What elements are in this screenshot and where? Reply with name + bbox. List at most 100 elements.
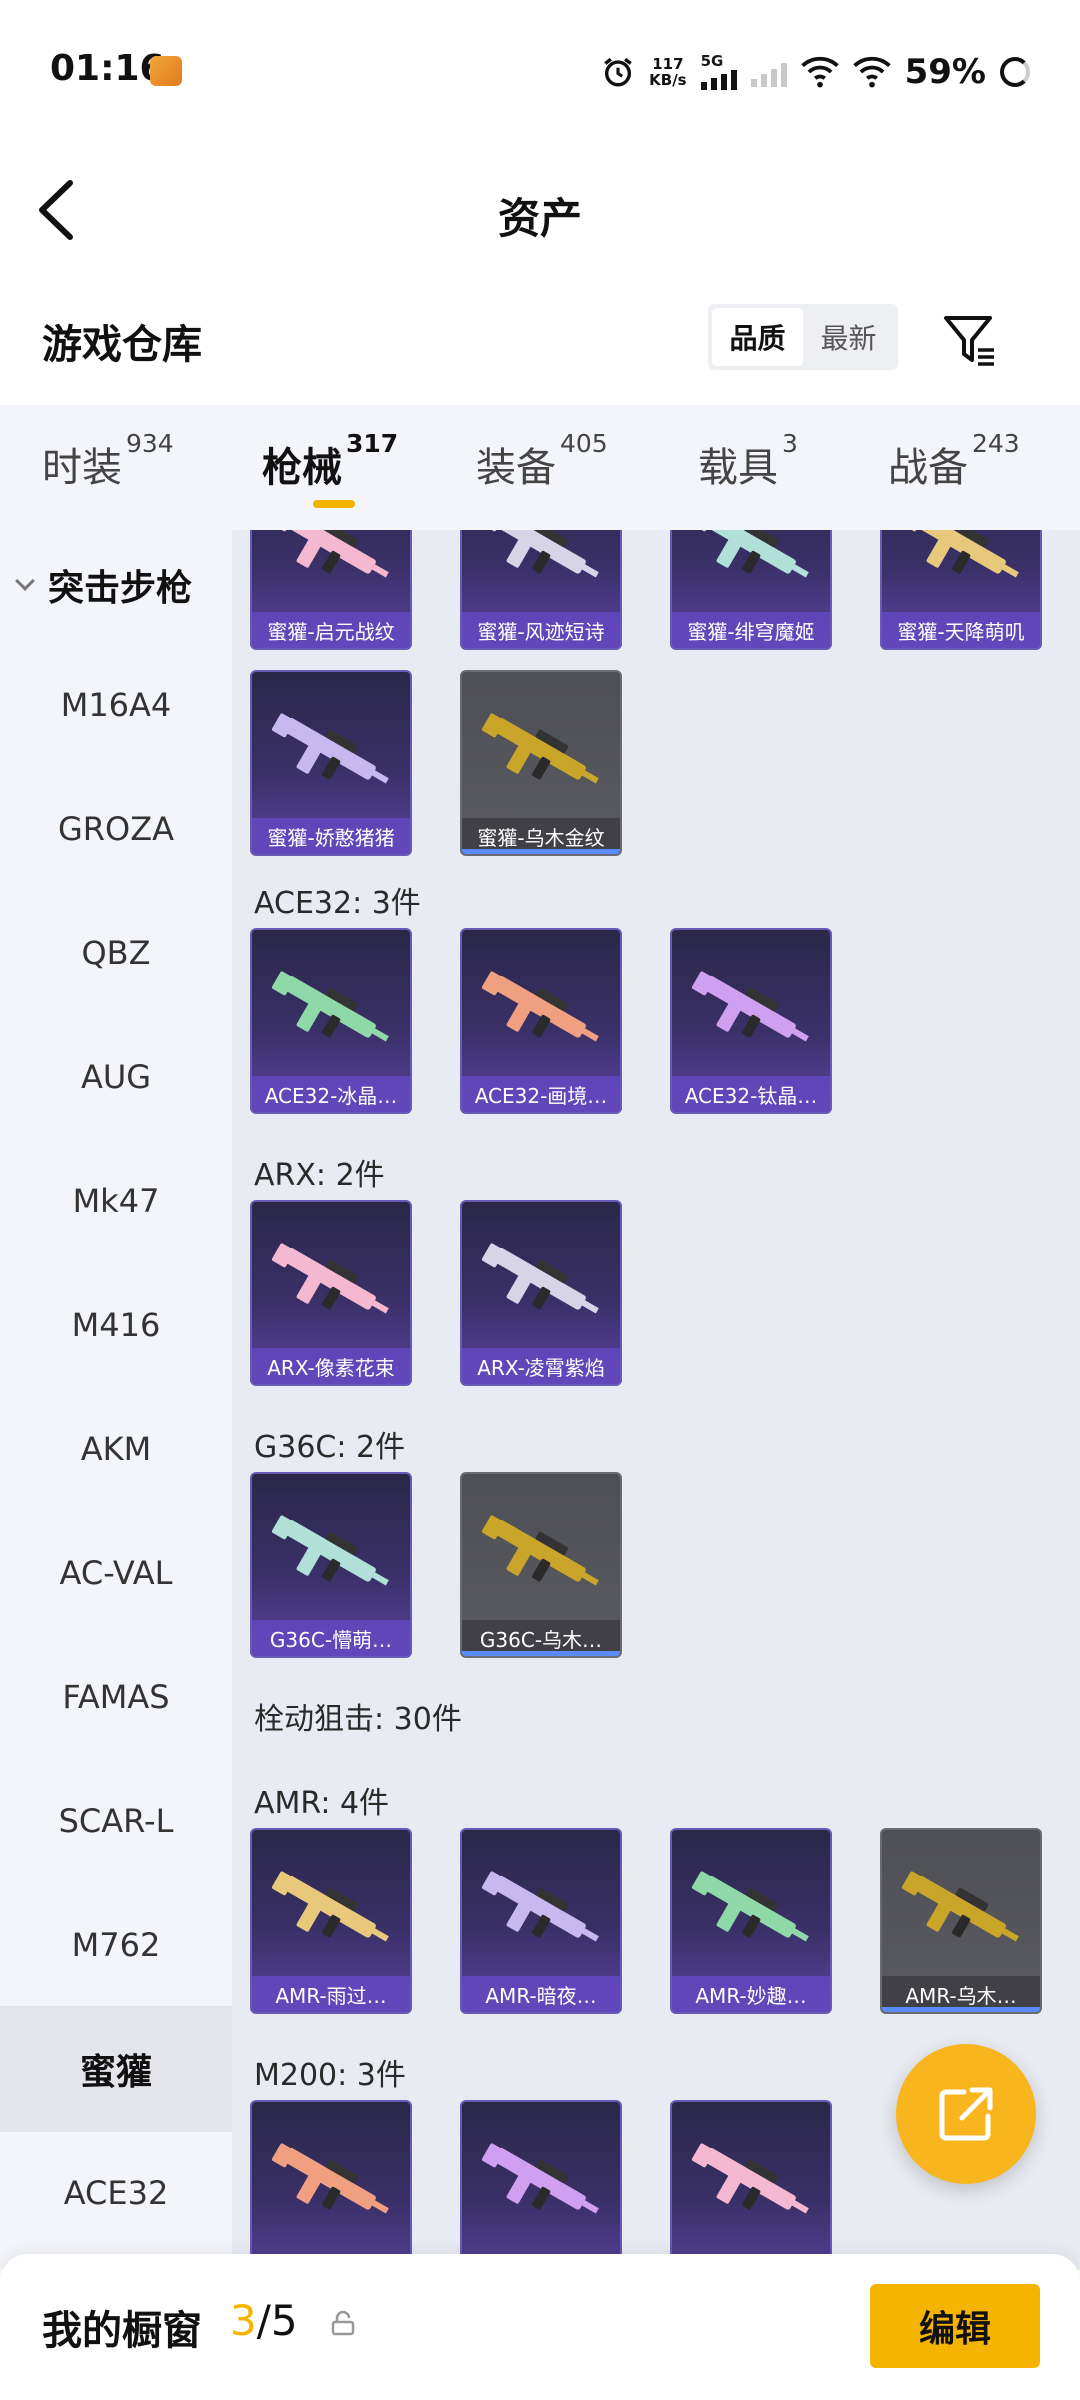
skin-card[interactable]: ACE32-钛晶… (670, 928, 832, 1114)
tab-count: 934 (126, 429, 174, 458)
section-title: G36C: 2件 (254, 1430, 406, 1465)
warehouse-title: 游戏仓库 (42, 322, 202, 368)
skin-card[interactable] (250, 2100, 412, 2270)
skin-card[interactable]: AMR-妙趣… (670, 1828, 832, 2014)
skin-card[interactable] (670, 2100, 832, 2270)
section-title: ARX: 2件 (254, 1158, 385, 1193)
skin-card[interactable]: ARX-像素花束 (250, 1200, 412, 1386)
skin-card[interactable]: 蜜獾-天降萌叽 (880, 530, 1042, 650)
net-speed-value: 117 (652, 55, 684, 73)
edit-button[interactable]: 编辑 (870, 2284, 1040, 2368)
tab-firearms[interactable]: 枪械317 (262, 429, 398, 493)
skin-card-label: 蜜獾-天降萌叽 (882, 612, 1040, 648)
skin-card[interactable]: 蜜獾-乌木金纹 (460, 670, 622, 856)
sidebar-item-aug[interactable]: AUG (0, 1014, 232, 1140)
sort-option-quality[interactable]: 品质 (712, 308, 803, 366)
sidebar-item-ac-val[interactable]: AC-VAL (0, 1510, 232, 1636)
skin-card[interactable]: G36C-懵萌… (250, 1472, 412, 1658)
weapon-image (481, 1515, 599, 1586)
active-tab-indicator (313, 500, 355, 508)
skin-card-label: 蜜獾-乌木金纹 (462, 818, 620, 854)
sidebar-item-groza[interactable]: GROZA (0, 766, 232, 892)
skin-card[interactable]: ACE32-冰晶… (250, 928, 412, 1114)
weapon-image (691, 530, 809, 578)
sidebar-item-akm[interactable]: AKM (0, 1386, 232, 1512)
section-title: M200: 3件 (254, 2058, 406, 2093)
page-title: 资产 (497, 194, 582, 243)
skin-card[interactable]: G36C-乌木… (460, 1472, 622, 1658)
skin-card[interactable]: AMR-雨过… (250, 1828, 412, 2014)
skin-card[interactable]: 蜜獾-绯穹魔姬 (670, 530, 832, 650)
filter-icon (944, 316, 994, 366)
skin-card-label: AMR-乌木… (882, 1976, 1040, 2012)
tab-vehicles[interactable]: 载具3 (698, 429, 798, 493)
tab-fashion[interactable]: 时装934 (42, 429, 174, 493)
tab-equipment[interactable]: 装备405 (476, 429, 608, 493)
weapon-image (481, 971, 599, 1042)
sidebar-item-qbz[interactable]: QBZ (0, 890, 232, 1016)
sidebar-item-scar-l[interactable]: SCAR-L (0, 1758, 232, 1884)
sidebar-group-assault-rifles[interactable]: 突击步枪 (0, 550, 232, 620)
skin-card-label: G36C-懵萌… (252, 1620, 410, 1656)
battery-percent: 59% (904, 52, 986, 92)
skin-card[interactable]: AMR-乌木… (880, 1828, 1042, 2014)
skin-grid: 蜜獾-启元战纹 蜜獾-风迹短诗 蜜獾-绯穹魔姬 蜜獾-天降萌叽蜜獾-娇憨猪猪 蜜獾-乌木… (232, 530, 1080, 2270)
filter-button[interactable] (940, 310, 1000, 370)
weapon-image (271, 713, 389, 784)
skin-card[interactable]: AMR-暗夜… (460, 1828, 622, 2014)
lock-icon (331, 2310, 355, 2336)
sidebar-item-famas[interactable]: FAMAS (0, 1634, 232, 1760)
section-title: 栓动狙击: 30件 (254, 1702, 462, 1737)
status-time: 01:16 (50, 48, 165, 89)
sidebar-item-m762[interactable]: M762 (0, 1882, 232, 2008)
sidebar-item-honey-badger[interactable]: 蜜獾 (0, 2006, 232, 2132)
sidebar-item-m416[interactable]: M416 (0, 1262, 232, 1388)
skin-card-label: ACE32-冰晶… (252, 1076, 410, 1112)
tab-count: 317 (346, 429, 399, 458)
tab-label: 枪械 (262, 445, 342, 491)
skin-card[interactable]: 蜜獾-启元战纹 (250, 530, 412, 650)
showcase-count: 3/5 (230, 2296, 298, 2345)
skin-card[interactable]: 蜜獾-娇憨猪猪 (250, 670, 412, 856)
weapon-image (481, 1871, 599, 1942)
sidebar-item-m16a4[interactable]: M16A4 (0, 642, 232, 768)
tab-supplies[interactable]: 战备243 (888, 429, 1020, 493)
skin-card[interactable]: ACE32-画境… (460, 928, 622, 1114)
skin-card[interactable]: 蜜獾-风迹短诗 (460, 530, 622, 650)
skin-card-label: ACE32-钛晶… (672, 1076, 830, 1112)
section-title: ACE32: 3件 (254, 886, 421, 921)
sort-option-newest[interactable]: 最新 (803, 308, 894, 366)
share-icon (939, 2087, 993, 2141)
sidebar-item-ace32[interactable]: ACE32 (0, 2130, 232, 2256)
sort-toggle: 品质 最新 (708, 304, 898, 370)
tab-label: 装备 (476, 445, 556, 491)
tab-label: 战备 (888, 445, 968, 491)
skin-card-label: 蜜獾-绯穹魔姬 (672, 612, 830, 648)
share-button[interactable] (896, 2044, 1036, 2184)
title-bar: 资产 (0, 140, 1080, 290)
network-type: 5G (700, 52, 724, 70)
skin-card[interactable] (460, 2100, 622, 2270)
weapon-image (481, 1243, 599, 1314)
weapon-image (691, 1871, 809, 1942)
signal-icon (700, 68, 737, 90)
weapon-image (271, 971, 389, 1042)
tab-count: 243 (972, 429, 1020, 458)
warehouse-header: 游戏仓库 品质 最新 (0, 290, 1080, 405)
weapon-image (271, 2143, 389, 2214)
sidebar-item-mk47[interactable]: Mk47 (0, 1138, 232, 1264)
weapon-image (271, 1871, 389, 1942)
signal-icon-secondary (750, 57, 787, 87)
weapon-image (901, 1871, 1019, 1942)
wifi-icon (800, 56, 839, 88)
tab-count: 3 (782, 429, 798, 458)
tab-label: 时装 (42, 445, 122, 491)
chevron-down-icon (15, 571, 35, 591)
weapon-image (901, 530, 1019, 578)
skin-card-label: ACE32-画境… (462, 1076, 620, 1112)
skin-card[interactable]: ARX-凌霄紫焰 (460, 1200, 622, 1386)
showcase-bar: 我的橱窗 3/5 编辑 (0, 2254, 1080, 2400)
section-title: AMR: 4件 (254, 1786, 390, 1821)
skin-card-label: ARX-像素花束 (252, 1348, 410, 1384)
battery-icon (1000, 57, 1030, 87)
